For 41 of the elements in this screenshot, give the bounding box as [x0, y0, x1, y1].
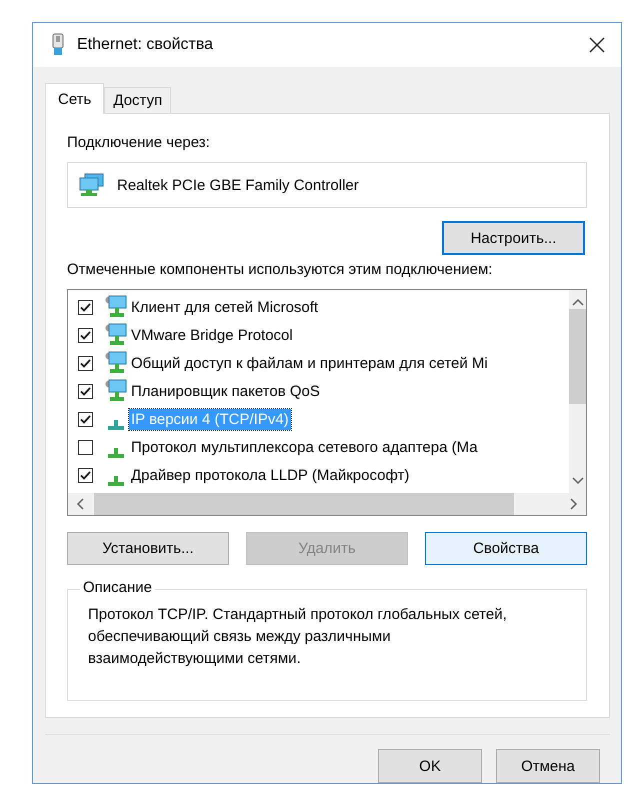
component-item[interactable]: Общий доступ к файлам и принтерам для сетей Mi	[129, 352, 490, 374]
network-protocol-icon	[108, 448, 124, 458]
checkbox[interactable]	[78, 356, 93, 370]
components-label: Отмеченные компоненты используются этим подключением:	[67, 261, 494, 280]
network-service-icon	[105, 295, 127, 319]
action-button[interactable]: Установить...	[67, 532, 229, 565]
component-item[interactable]: VMware Bridge Protocol	[129, 324, 295, 346]
network-service-icon	[105, 323, 127, 347]
component-item[interactable]: Планировщик пакетов QoS	[129, 380, 322, 402]
checkbox[interactable]	[78, 412, 93, 426]
checkbox[interactable]	[78, 440, 93, 454]
component-item[interactable]: Клиент для сетей Microsoft	[129, 296, 320, 318]
scroll-left-icon[interactable]	[76, 498, 84, 510]
dialog-button[interactable]: OK	[378, 749, 482, 783]
network-service-icon	[105, 379, 127, 403]
scroll-right-icon[interactable]	[570, 498, 578, 510]
network-protocol-icon	[108, 476, 124, 486]
checkbox[interactable]	[78, 328, 93, 342]
scroll-down-icon[interactable]	[572, 477, 584, 485]
checkbox[interactable]	[78, 468, 93, 482]
horizontal-scrollbar[interactable]	[68, 493, 586, 515]
dialog-button[interactable]: Отмена	[496, 749, 600, 783]
tab[interactable]: Доступ	[104, 87, 172, 113]
action-button[interactable]: Свойства	[425, 532, 587, 565]
component-item[interactable]: Протокол мультиплексора сетевого адаптера (Ма	[129, 436, 480, 458]
adapter-name: Realtek PCIe GBE Family Controller	[117, 176, 359, 194]
checkbox[interactable]	[78, 300, 93, 314]
configure-button[interactable]: Настроить...	[442, 221, 585, 255]
network-protocol-icon	[108, 420, 124, 430]
checkbox[interactable]	[78, 384, 93, 398]
close-icon[interactable]	[589, 37, 605, 53]
vertical-scrollbar[interactable]	[569, 290, 586, 493]
network-adapter-icon	[79, 173, 105, 197]
window-title: Ethernet: свойства	[77, 36, 214, 54]
scroll-up-icon[interactable]	[572, 298, 584, 306]
ethernet-plug-icon	[51, 33, 65, 57]
connection-label: Подключение через:	[67, 134, 211, 153]
component-item[interactable]: Драйвер протокола LLDP (Майкрософт)	[129, 464, 412, 486]
description-text: Протокол TCP/IP. Стандартный протокол глобальных сетей, обеспечивающий связь между различными взаимодействующими сетями.	[88, 605, 508, 669]
tab[interactable]: Сеть	[45, 83, 104, 114]
network-service-icon	[105, 351, 127, 375]
